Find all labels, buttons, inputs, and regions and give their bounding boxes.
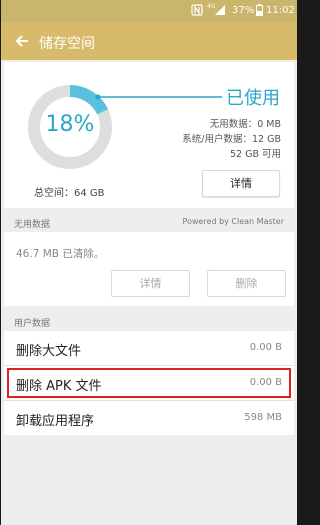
delete-apk-files-row[interactable]: 删除 APK 文件 0.00 B <box>4 366 294 400</box>
junk-data-stat: 无用数据：0 MB <box>209 119 281 130</box>
clock: 11:02 <box>266 5 295 16</box>
uninstall-apps-row[interactable]: 卸载应用程序 598 MB <box>4 401 294 435</box>
page-title: 储存空间 <box>39 36 95 52</box>
row-label: 卸载应用程序 <box>16 414 95 429</box>
battery-icon <box>256 4 263 19</box>
row-value: 598 MB <box>244 412 282 423</box>
system-user-data-stat: 系统/用户数据：12 GB <box>182 134 281 145</box>
available-stat: 52 GB 可用 <box>229 149 281 160</box>
used-percent: 18% <box>45 112 95 137</box>
junk-details-button[interactable]: 详情 <box>111 270 190 297</box>
used-indicator-dot <box>95 94 101 100</box>
row-divider <box>4 365 294 366</box>
row-label: 删除大文件 <box>16 344 82 359</box>
storage-overview-card: 18% 已使用 无用数据：0 MB 系统/用户数据：12 GB 52 GB 可用… <box>4 62 294 208</box>
status-bar: 4G 37% 11:02 <box>1 0 297 22</box>
delete-large-files-row[interactable]: 删除大文件 0.00 B <box>4 331 294 365</box>
battery-percent: 37% <box>232 5 255 16</box>
junk-section-title: 无用数据 <box>14 220 51 230</box>
row-value: 0.00 B <box>249 342 282 353</box>
junk-delete-button[interactable]: 删除 <box>207 270 286 297</box>
junk-section-header: 无用数据 Powered by Clean Master <box>4 212 294 232</box>
storage-stats: 无用数据：0 MB 系统/用户数据：12 GB 52 GB 可用 <box>182 117 281 162</box>
nfc-icon <box>191 4 203 19</box>
app-bar: 储存空间 <box>1 22 297 60</box>
junk-card: 46.7 MB 已清除。 详情 删除 <box>4 232 294 306</box>
arrow-left-icon[interactable] <box>13 32 31 50</box>
powered-by-label: Powered by Clean Master <box>182 217 284 226</box>
bottom-filler <box>4 436 294 525</box>
row-value: 0.00 B <box>249 377 282 388</box>
screen: 4G 37% 11:02 储存空间 18% 已使用 无用数据：0 MB 系统/用… <box>1 0 297 525</box>
junk-cleared-message: 46.7 MB 已清除。 <box>16 248 105 260</box>
row-label: 删除 APK 文件 <box>16 379 102 394</box>
used-label: 已使用 <box>226 88 280 109</box>
user-data-section-title: 用户数据 <box>14 319 51 329</box>
total-storage: 总空间：64 GB <box>34 188 105 199</box>
signal-icon <box>214 4 226 19</box>
user-data-section-header: 用户数据 <box>4 311 294 331</box>
storage-details-button[interactable]: 详情 <box>202 170 280 197</box>
row-divider <box>4 400 294 401</box>
